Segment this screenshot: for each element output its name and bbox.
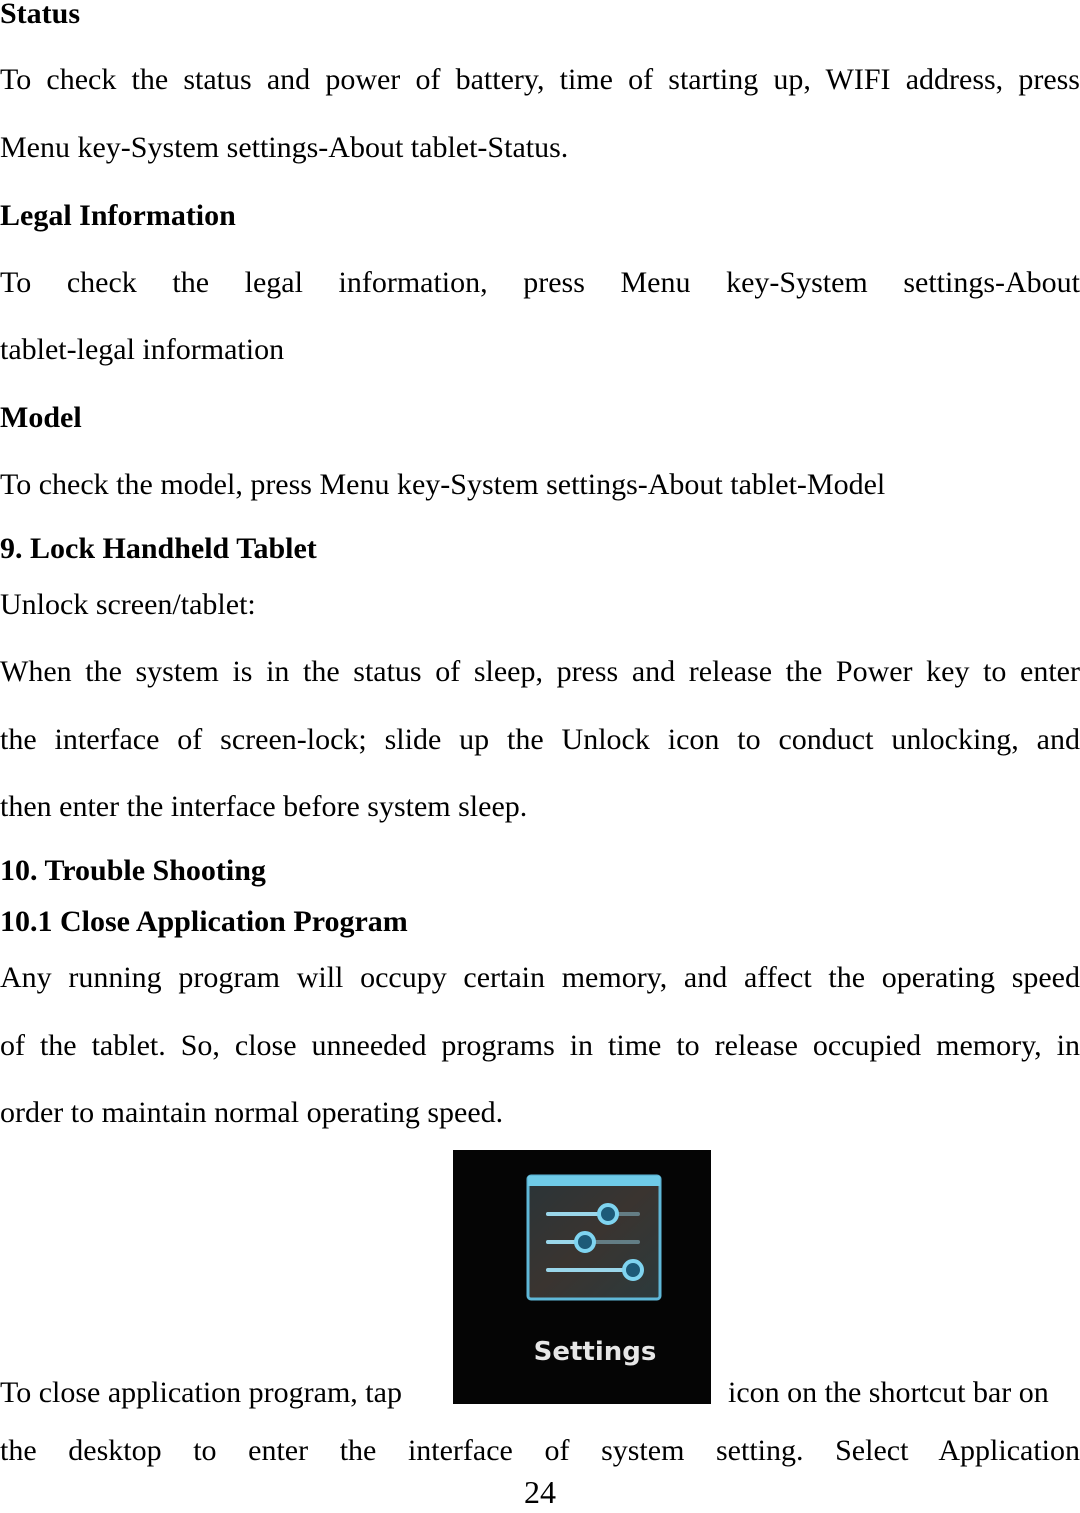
- settings-icon-label: Settings: [534, 1337, 657, 1367]
- paragraph-line: When the system is in the status of slee…: [0, 655, 1080, 688]
- paragraph-line: To check the model, press Menu key-Syste…: [0, 468, 886, 501]
- paragraph-line: Any running program will occupy certain …: [0, 961, 1080, 994]
- paragraph-line-after-icon: icon on the shortcut bar on: [728, 1376, 1049, 1409]
- subheading-close-app: 10.1 Close Application Program: [0, 905, 408, 938]
- heading-status: Status: [0, 0, 81, 30]
- heading-legal-information: Legal Information: [0, 199, 236, 232]
- paragraph-line: then enter the interface before system s…: [0, 790, 528, 823]
- subheading-unlock: Unlock screen/tablet:: [0, 588, 256, 621]
- heading-trouble-shooting: 10. Trouble Shooting: [0, 854, 266, 887]
- paragraph-line: Menu key-System settings-About tablet-St…: [0, 131, 569, 164]
- heading-model: Model: [0, 401, 82, 434]
- page-number: 24: [524, 1474, 556, 1510]
- paragraph-line: tablet-legal information: [0, 333, 285, 366]
- paragraph-line: the desktop to enter the interface of sy…: [0, 1434, 1080, 1467]
- settings-sliders-icon: Settings: [526, 1174, 662, 1367]
- settings-app-image: Settings: [453, 1150, 711, 1404]
- paragraph-line: To check the status and power of battery…: [0, 63, 1080, 96]
- paragraph-line: To close application program, tap: [0, 1376, 402, 1409]
- paragraph-line: of the tablet. So, close unneeded progra…: [0, 1029, 1080, 1062]
- paragraph-line: order to maintain normal operating speed…: [0, 1096, 504, 1129]
- paragraph-line: the interface of screen-lock; slide up t…: [0, 723, 1080, 756]
- paragraph-line: To check the legal information, press Me…: [0, 266, 1080, 299]
- heading-lock-tablet: 9. Lock Handheld Tablet: [0, 532, 317, 565]
